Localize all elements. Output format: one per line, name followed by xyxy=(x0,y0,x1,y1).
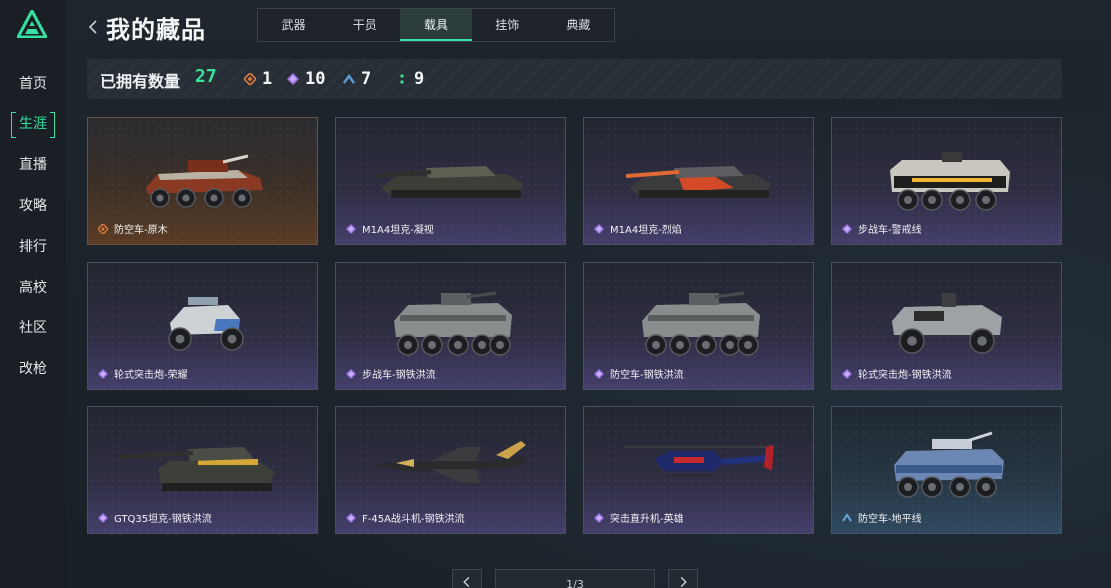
card-label: M1A4坦克-烈焰 xyxy=(594,221,682,236)
purple-rarity-icon xyxy=(98,368,108,379)
vehicle-card[interactable]: 防空车-地平线 xyxy=(831,406,1062,534)
page-title: 我的藏品 xyxy=(106,16,206,44)
vehicle-name: GTQ35坦克-钢铁洪流 xyxy=(114,514,212,525)
purple-rarity-icon xyxy=(594,368,604,379)
sidebar-item-home[interactable]: 首页 xyxy=(0,72,66,96)
rarity-stat-blue: 7 xyxy=(343,68,371,90)
sidebar-item-gunsmith[interactable]: 改枪 xyxy=(0,357,66,381)
purple-diamond-icon xyxy=(287,73,299,85)
vehicle-name: 防空车-钢铁洪流 xyxy=(610,370,684,381)
sidebar-item-career[interactable]: 生涯 xyxy=(0,112,66,138)
category-tabs: 武器 干员 载具 挂饰 典藏 xyxy=(257,8,615,42)
sidebar: 首页 生涯 直播 攻略 排行 高校 社区 改枪 xyxy=(0,0,66,588)
blue-rarity-icon xyxy=(842,512,852,522)
rarity-count-blue: 7 xyxy=(361,69,372,89)
purple-rarity-icon xyxy=(346,512,356,523)
vehicle-card[interactable]: 防空车-原木 xyxy=(87,117,318,245)
vehicle-card[interactable]: M1A4坦克-凝视 xyxy=(335,117,566,245)
vehicle-card[interactable]: GTQ35坦克-钢铁洪流 xyxy=(87,406,318,534)
sidebar-item-ranking[interactable]: 排行 xyxy=(0,235,66,259)
vehicle-name: 防空车-原木 xyxy=(114,225,168,236)
card-label: M1A4坦克-凝视 xyxy=(346,221,434,236)
next-page-button[interactable] xyxy=(668,569,698,588)
owned-label: 已拥有数量 xyxy=(100,72,181,91)
sidebar-item-college[interactable]: 高校 xyxy=(0,276,66,300)
back-chevron-icon[interactable] xyxy=(86,16,100,38)
vehicle-card[interactable]: M1A4坦克-烈焰 xyxy=(583,117,814,245)
vehicle-card[interactable]: 轮式突击炮-荣耀 xyxy=(87,262,318,390)
previous-page-button[interactable] xyxy=(452,569,482,588)
purple-rarity-icon xyxy=(346,368,356,379)
card-label: GTQ35坦克-钢铁洪流 xyxy=(98,510,212,525)
rarity-count-orange: 1 xyxy=(262,69,273,89)
purple-rarity-icon xyxy=(842,368,852,379)
orange-rarity-icon xyxy=(98,223,108,234)
card-label: F-45A战斗机-钢铁洪流 xyxy=(346,510,465,525)
card-label: 步战车-钢铁洪流 xyxy=(346,366,436,381)
purple-rarity-icon xyxy=(594,223,604,234)
vehicle-name: 突击直升机-英雄 xyxy=(610,514,684,525)
vehicle-card[interactable]: 步战车-钢铁洪流 xyxy=(335,262,566,390)
vehicle-name: 步战车-钢铁洪流 xyxy=(362,370,436,381)
vehicle-card[interactable]: 轮式突击炮-钢铁洪流 xyxy=(831,262,1062,390)
purple-rarity-icon xyxy=(98,512,108,523)
card-label: 突击直升机-英雄 xyxy=(594,510,684,525)
card-label: 轮式突击炮-钢铁洪流 xyxy=(842,366,952,381)
card-label: 轮式突击炮-荣耀 xyxy=(98,366,188,381)
owned-total-count: 27 xyxy=(195,66,217,87)
sidebar-item-guides[interactable]: 攻略 xyxy=(0,194,66,218)
vehicle-card[interactable]: F-45A战斗机-钢铁洪流 xyxy=(335,406,566,534)
vehicle-name: 轮式突击炮-钢铁洪流 xyxy=(858,370,952,381)
rarity-count-green: 9 xyxy=(414,69,425,89)
page-indicator: 1/3 xyxy=(495,569,655,588)
blue-chevron-icon xyxy=(343,73,355,84)
card-label: 防空车-钢铁洪流 xyxy=(594,366,684,381)
card-label: 防空车-原木 xyxy=(98,221,168,236)
tab-operators[interactable]: 干员 xyxy=(329,9,400,41)
owned-summary-bar xyxy=(87,59,1062,99)
sidebar-item-live[interactable]: 直播 xyxy=(0,153,66,177)
tab-weapons[interactable]: 武器 xyxy=(258,9,329,41)
green-dots-icon xyxy=(400,74,404,84)
card-label: 步战车-警戒线 xyxy=(842,221,922,236)
vehicle-card[interactable]: 防空车-钢铁洪流 xyxy=(583,262,814,390)
vehicle-name: 轮式突击炮-荣耀 xyxy=(114,370,188,381)
tab-charms[interactable]: 挂饰 xyxy=(472,9,543,41)
rarity-stat-orange: 1 xyxy=(244,68,272,90)
vehicle-name: 步战车-警戒线 xyxy=(858,225,922,236)
vehicle-card[interactable]: 步战车-警戒线 xyxy=(831,117,1062,245)
purple-rarity-icon xyxy=(346,223,356,234)
card-label: 防空车-地平线 xyxy=(842,510,922,525)
tab-collection[interactable]: 典藏 xyxy=(543,9,614,41)
purple-rarity-icon xyxy=(842,223,852,234)
app-logo-icon[interactable] xyxy=(17,10,47,38)
orange-diamond-icon xyxy=(244,73,256,85)
vehicle-name: 防空车-地平线 xyxy=(858,514,922,525)
vehicle-name: M1A4坦克-凝视 xyxy=(362,225,434,236)
tab-vehicles[interactable]: 载具 xyxy=(400,9,472,41)
purple-rarity-icon xyxy=(594,512,604,523)
rarity-stat-purple: 10 xyxy=(287,68,325,90)
sidebar-item-community[interactable]: 社区 xyxy=(0,316,66,340)
rarity-stat-green: 9 xyxy=(396,68,424,90)
vehicle-name: M1A4坦克-烈焰 xyxy=(610,225,682,236)
vehicle-card[interactable]: 突击直升机-英雄 xyxy=(583,406,814,534)
rarity-count-purple: 10 xyxy=(305,69,326,89)
vehicle-name: F-45A战斗机-钢铁洪流 xyxy=(362,514,465,525)
